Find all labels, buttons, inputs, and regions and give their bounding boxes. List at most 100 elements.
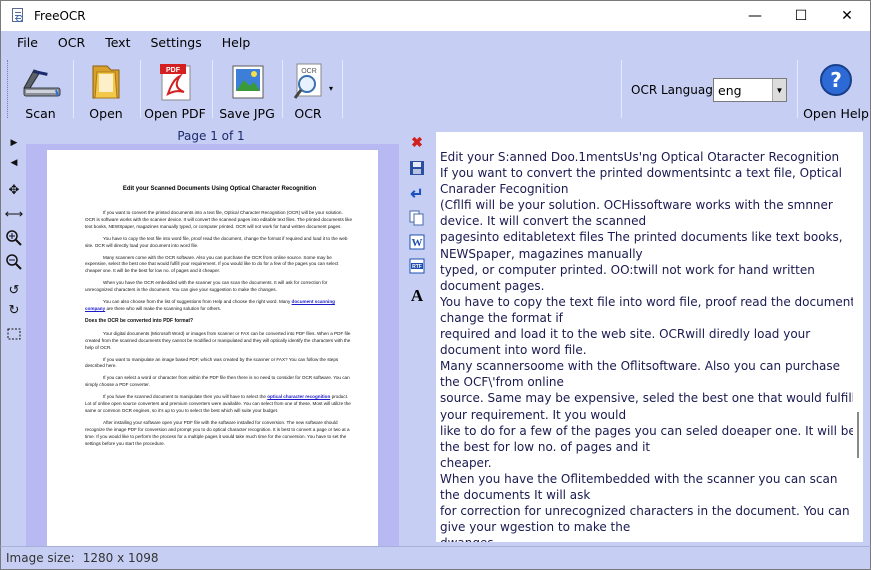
open-pdf-label: Open PDF <box>144 106 206 121</box>
ocr-text-line: typed, or computer printed. OO:twill not… <box>440 262 815 277</box>
svg-text:?: ? <box>830 68 842 92</box>
document-paragraph: If you want to convert the printed docum… <box>85 210 352 229</box>
ocr-text-line: required and load it to the web site. OC… <box>440 327 811 342</box>
ocr-button[interactable]: OCR OCR <box>288 56 328 122</box>
image-panel: Page 1 of 1 Edit your Scanned Documents … <box>26 126 399 546</box>
insert-newline-icon[interactable]: ↵ <box>407 184 427 204</box>
save-jpg-label: Save JPG <box>219 106 275 121</box>
ocr-text-line: Edit your S:anned Doo.1mentsUs'ng Optica… <box>440 150 840 164</box>
window-title: FreeOCR <box>34 9 86 23</box>
ocr-text-line: cheaper. <box>440 455 492 470</box>
ocr-text-line: for correction for unrecognized characte… <box>440 504 850 519</box>
ocr-text-line: source. Same may be expensive, seled the… <box>440 391 855 406</box>
menu-help[interactable]: Help <box>212 35 261 50</box>
ocr-text-line: like to do for a few of the pages you ca… <box>440 423 856 438</box>
document-page-image: Edit your Scanned Documents Using Optica… <box>47 150 378 546</box>
chevron-down-icon[interactable]: ▼ <box>772 79 786 101</box>
save-jpg-button[interactable]: Save JPG <box>219 56 275 122</box>
document-paragraph: After installing your software open your… <box>85 419 350 446</box>
help-icon: ? <box>815 60 857 102</box>
rotate-left-icon[interactable]: ↺ <box>4 280 24 300</box>
ocr-text-line: Many scannersoome with the Oflitsoftware… <box>440 359 841 374</box>
image-tools-strip: ▶ ◀ ✥ ⟷ ↺ ↻ <box>0 126 26 546</box>
ocr-text-line: give your wgestion to make the <box>440 520 631 535</box>
ocr-text-line: device. It will convert the scanned <box>440 214 647 229</box>
ocr-text-line: the best for low no. of pages and it <box>440 439 651 454</box>
next-page-icon[interactable]: ▶ <box>4 132 24 152</box>
open-help-label: Open Help <box>803 106 869 121</box>
image-size-value: 1280 x 1098 <box>82 551 159 565</box>
ocr-text-panel: Edit your S:anned Doo.1mentsUs'ng Optica… <box>430 126 871 546</box>
title-bar: FreeOCR — ☐ ✕ <box>0 0 871 31</box>
scanner-icon <box>20 60 62 102</box>
toolbar: Scan Open PDF Open PDF Save JPG OCR OCR … <box>0 54 871 126</box>
document-link: optical character recognition <box>267 394 331 400</box>
ocr-language-label: OCR Language: <box>631 83 725 97</box>
image-icon <box>226 60 268 102</box>
ocr-label: OCR <box>294 106 322 121</box>
app-icon <box>11 8 25 24</box>
zoom-in-icon[interactable] <box>4 228 24 248</box>
document-paragraph: If you can select a word or character fr… <box>85 375 350 388</box>
image-size-label: Image size: <box>6 551 75 565</box>
fit-width-icon[interactable]: ⟷ <box>4 204 24 224</box>
svg-text:PDF: PDF <box>166 67 181 74</box>
ocr-text-line: the documents It will ask <box>440 487 591 502</box>
document-paragraph: If you have the scanned document to mani… <box>85 394 351 413</box>
previous-page-icon[interactable]: ◀ <box>4 152 24 172</box>
pdf-icon: PDF <box>154 60 196 102</box>
ocr-text-line: dwanges <box>440 535 856 542</box>
word-export-icon[interactable]: W <box>407 232 427 252</box>
ocr-language-select[interactable]: eng ▼ <box>713 78 787 102</box>
svg-text:W: W <box>412 237 423 249</box>
open-help-button[interactable]: ? Open Help <box>803 56 869 122</box>
document-paragraph: When you have the OCR embedded with the … <box>85 280 328 293</box>
close-button[interactable]: ✕ <box>824 1 870 31</box>
move-icon[interactable]: ✥ <box>4 180 24 200</box>
ocr-text-area[interactable]: Edit your S:anned Doo.1mentsUs'ng Optica… <box>436 132 856 542</box>
rotate-right-icon[interactable]: ↻ <box>4 300 24 320</box>
ocr-text-line: NEWSpaper, magazines manually <box>440 246 643 261</box>
ocr-text-line: your requirement. It you would <box>440 407 627 422</box>
scan-button[interactable]: Scan <box>13 56 68 122</box>
save-icon[interactable] <box>407 158 427 178</box>
ocr-text-line: Cnarader Fecognition <box>440 182 569 197</box>
zoom-out-icon[interactable] <box>4 252 24 272</box>
maximize-button[interactable]: ☐ <box>778 1 824 31</box>
rtf-export-icon[interactable]: RTF <box>407 256 427 276</box>
menu-settings[interactable]: Settings <box>140 35 211 50</box>
page-indicator: Page 1 of 1 <box>177 129 245 143</box>
ocr-dropdown-arrow-icon[interactable]: ▾ <box>329 84 333 93</box>
text-scrollbar-thumb[interactable] <box>857 412 859 458</box>
menu-bar: File OCR Text Settings Help <box>0 31 871 54</box>
document-title: Edit your Scanned Documents Using Optica… <box>122 186 317 192</box>
open-pdf-button[interactable]: PDF Open PDF <box>144 56 206 122</box>
minimize-button[interactable]: — <box>732 1 778 31</box>
svg-text:OCR: OCR <box>301 68 317 75</box>
document-paragraph: Your digital documents (Microsoft Word) … <box>85 330 351 350</box>
font-icon[interactable]: A <box>407 286 427 306</box>
open-label: Open <box>89 106 123 121</box>
menu-ocr[interactable]: OCR <box>48 35 95 50</box>
menu-text[interactable]: Text <box>95 35 140 50</box>
status-bar: Image size: 1280 x 1098 <box>0 546 871 570</box>
document-heading: Does the OCR be converted into PDF forma… <box>85 317 194 324</box>
ocr-text-line: If you want to convert the printed dowme… <box>440 166 843 181</box>
open-button[interactable]: Open <box>81 56 131 122</box>
clear-text-icon[interactable]: ✖ <box>407 132 427 152</box>
document-paragraph: If you want to manipulate an image based… <box>85 356 339 369</box>
ocr-icon: OCR <box>287 60 329 102</box>
ocr-text-line: change the format if <box>440 310 563 325</box>
ocr-text-line: document into word file. <box>440 343 587 358</box>
text-scrollbar[interactable] <box>853 132 863 542</box>
ocr-text-line: You have to copy the text file into word… <box>440 294 856 309</box>
folder-icon <box>85 60 127 102</box>
image-viewport[interactable]: Edit your Scanned Documents Using Optica… <box>26 144 399 546</box>
copy-icon[interactable] <box>407 208 427 228</box>
svg-text:RTF: RTF <box>412 264 422 270</box>
menu-file[interactable]: File <box>7 35 48 50</box>
document-paragraph: You can also choose from the list of sug… <box>85 299 335 311</box>
select-region-icon[interactable] <box>4 324 24 344</box>
ocr-text-line: document pages. <box>440 278 545 293</box>
document-paragraph: Many scanners come with the OCR software… <box>85 254 339 274</box>
